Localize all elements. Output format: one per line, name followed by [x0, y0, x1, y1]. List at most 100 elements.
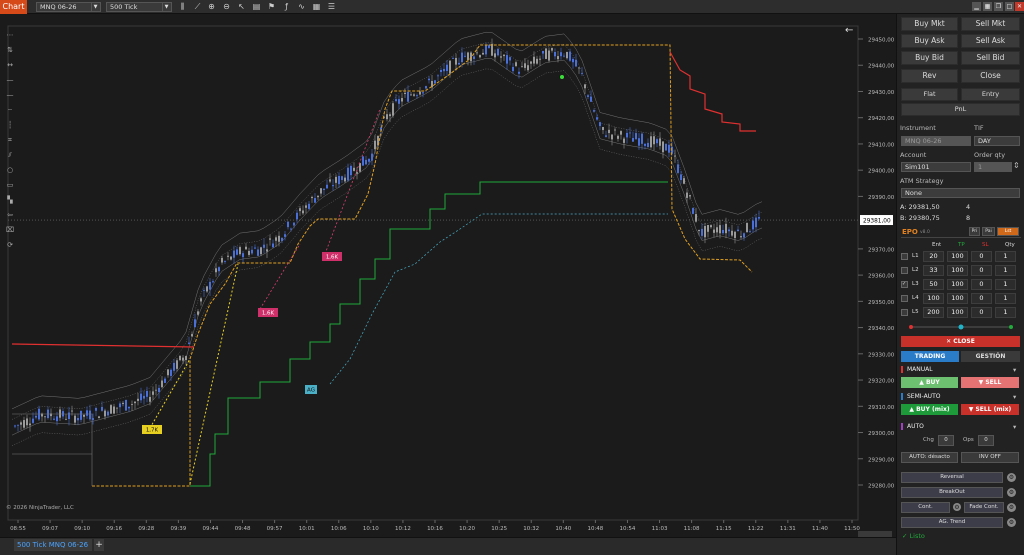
tool-icon[interactable]: ↔ [4, 60, 16, 70]
indicators-icon[interactable]: ƒ [282, 2, 291, 12]
epo-tab-pri[interactable]: Pri [969, 227, 980, 236]
qty-cell[interactable]: 1 [995, 293, 1016, 304]
list-icon[interactable]: ☰ [327, 2, 336, 12]
cont-button[interactable]: Cont. [901, 502, 950, 513]
tool-icon[interactable]: ⋯ [4, 30, 16, 40]
tool-icon[interactable]: ⌗ [4, 135, 16, 145]
tool-icon[interactable]: ⫽ [4, 150, 16, 160]
add-tab-button[interactable]: + [94, 539, 104, 551]
tool-icon[interactable]: ⟳ [4, 240, 16, 250]
sl-cell[interactable]: 0 [971, 307, 992, 318]
tp-cell[interactable]: 100 [947, 265, 968, 276]
row-checkbox[interactable] [901, 253, 908, 260]
restore-button[interactable]: ❐ [994, 2, 1003, 11]
chart-canvas[interactable]: 29450,00 29440,00 29430,00 29420,00 29410,00… [0, 14, 896, 540]
row-checkbox[interactable] [901, 309, 908, 316]
chevron-down-icon[interactable]: ▾ [1013, 393, 1016, 401]
ag-trend-settings-icon[interactable]: ⚙ [1007, 518, 1016, 527]
close-window-button[interactable]: ✕ [1015, 2, 1024, 11]
ops-input[interactable]: 0 [978, 435, 994, 446]
sl-cell[interactable]: 0 [971, 251, 992, 262]
breakout-settings-icon[interactable]: ⚙ [1007, 488, 1016, 497]
flag-icon[interactable]: ⚑ [267, 2, 276, 12]
tp-cell[interactable]: 100 [947, 279, 968, 290]
row-checkbox[interactable] [901, 295, 908, 302]
ag-trend-button[interactable]: AG. Trend [901, 517, 1003, 528]
fade-cont-settings-icon[interactable]: ⚙ [1007, 503, 1016, 512]
entry-cell[interactable]: 100 [923, 293, 944, 304]
tool-icon[interactable]: — [4, 90, 16, 100]
instrument-tab[interactable]: 500 Tick MNQ 06-26 [14, 539, 92, 551]
bars-icon[interactable]: ⫼ [178, 2, 187, 12]
inv-toggle-button[interactable]: INV OFF [961, 452, 1019, 463]
sell-mkt-button[interactable]: Sell Mkt [961, 17, 1020, 31]
reversal-settings-icon[interactable]: ⚙ [1007, 473, 1016, 482]
rectangle-icon[interactable]: ▭ [4, 180, 16, 190]
sell-bid-button[interactable]: Sell Bid [961, 51, 1020, 65]
instrument-selector[interactable]: MNQ 06-26 ▼ [36, 2, 101, 12]
gestion-tab[interactable]: GESTIÓN [961, 351, 1020, 362]
order-qty-input[interactable]: 1 [974, 162, 1012, 172]
zoom-out-icon[interactable]: ⊖ [222, 2, 231, 12]
draw-line-icon[interactable]: ⟋ [193, 2, 202, 12]
qty-stepper-icon[interactable]: ⇕ [1013, 161, 1020, 170]
tool-icon[interactable]: ┈ [4, 105, 16, 115]
reversal-button[interactable]: Reversal [901, 472, 1003, 483]
data-box-icon[interactable]: ▤ [252, 2, 261, 12]
close-position-button[interactable]: Close [961, 69, 1020, 83]
price-chart[interactable]: 29450,00 29440,00 29430,00 29420,00 29410,00… [0, 14, 896, 540]
chevron-down-icon[interactable]: ▾ [1013, 366, 1016, 374]
manual-buy-button[interactable]: ▲ BUY [901, 377, 958, 388]
tp-cell[interactable]: 100 [947, 251, 968, 262]
reverse-button[interactable]: Rev [901, 69, 958, 83]
cont-settings-icon[interactable]: ⚙ [953, 503, 961, 511]
qty-cell[interactable]: 1 [995, 307, 1016, 318]
entry-button[interactable]: Entry [961, 88, 1020, 101]
tp-cell[interactable]: 100 [947, 307, 968, 318]
sl-cell[interactable]: 0 [971, 265, 992, 276]
epo-tab-pai[interactable]: Pai [982, 227, 995, 236]
buy-bid-button[interactable]: Buy Bid [901, 51, 958, 65]
strategies-icon[interactable]: ∿ [297, 2, 306, 12]
minimize-button[interactable]: ▁ [972, 2, 981, 11]
sl-cell[interactable]: 0 [971, 279, 992, 290]
instrument-field[interactable]: MNQ 06-26 [901, 136, 971, 146]
row-checkbox[interactable]: ✓ [901, 281, 908, 288]
entry-cell[interactable]: 200 [923, 307, 944, 318]
fade-cont-button[interactable]: Fade Cont. [964, 502, 1004, 513]
epo-slider[interactable] [907, 323, 1015, 331]
buy-mkt-button[interactable]: Buy Mkt [901, 17, 958, 31]
account-select[interactable]: Sim101 [901, 162, 971, 172]
chart-menu-button[interactable]: Chart [0, 0, 27, 14]
qty-cell[interactable]: 1 [995, 279, 1016, 290]
epo-tab-lst[interactable]: Lst [997, 227, 1019, 236]
maximize-button[interactable]: □ [1005, 2, 1014, 11]
entry-cell[interactable]: 33 [923, 265, 944, 276]
semi-buy-button[interactable]: ▲ BUY (mix) [901, 404, 958, 415]
templates-icon[interactable]: ▦ [312, 2, 321, 12]
semi-sell-button[interactable]: ▼ SELL (mix) [961, 404, 1019, 415]
chg-input[interactable]: 0 [938, 435, 954, 446]
tool-icon[interactable]: ▚ [4, 195, 16, 205]
tool-icon[interactable]: ⌧ [4, 225, 16, 235]
tif-select[interactable]: DAY [974, 136, 1020, 146]
atm-select[interactable]: None [901, 188, 1020, 198]
sl-cell[interactable]: 0 [971, 293, 992, 304]
manual-sell-button[interactable]: ▼ SELL [961, 377, 1019, 388]
entry-cell[interactable]: 20 [923, 251, 944, 262]
circle-icon[interactable]: ○ [4, 165, 16, 175]
qty-cell[interactable]: 1 [995, 265, 1016, 276]
tool-icon[interactable]: ⇅ [4, 45, 16, 55]
breakout-button[interactable]: BreakOut [901, 487, 1003, 498]
arrow-icon[interactable]: ⇦ [4, 210, 16, 220]
chevron-down-icon[interactable]: ▾ [1013, 423, 1016, 431]
entry-cell[interactable]: 50 [923, 279, 944, 290]
zoom-in-icon[interactable]: ⊕ [207, 2, 216, 12]
buy-ask-button[interactable]: Buy Ask [901, 34, 958, 48]
trading-tab[interactable]: TRADING [901, 351, 959, 362]
sell-ask-button[interactable]: Sell Ask [961, 34, 1020, 48]
qty-cell[interactable]: 1 [995, 251, 1016, 262]
interval-selector[interactable]: 500 Tick ▼ [106, 2, 172, 12]
tool-icon[interactable]: — [4, 75, 16, 85]
grid-icon[interactable]: ▦ [983, 2, 992, 11]
